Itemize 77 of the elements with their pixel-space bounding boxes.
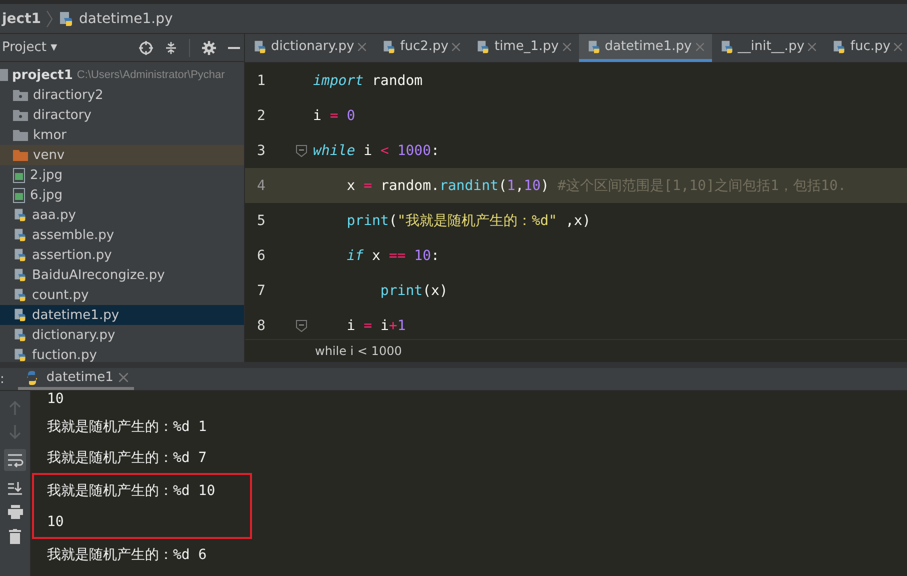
trash-icon[interactable] (9, 529, 21, 544)
breadcrumb-project[interactable]: ject1 (2, 10, 42, 26)
python-file-icon (476, 38, 490, 54)
breadcrumb-file[interactable]: datetime1.py (79, 10, 173, 26)
tree-item[interactable]: 2.jpg (30, 168, 63, 182)
editor-tab[interactable]: time_1.py (468, 34, 579, 62)
locate-target-icon[interactable] (139, 40, 153, 54)
tree-item[interactable]: assertion.py (32, 248, 112, 262)
console-output-line: 10 (47, 391, 64, 407)
project-view-dropdown[interactable]: Project ▾ (2, 40, 127, 55)
console-output-line: 10 (47, 514, 64, 530)
tree-item[interactable]: 6.jpg (30, 188, 63, 202)
chevron-icon (46, 10, 54, 28)
settings-icon[interactable] (202, 40, 216, 54)
code-line: import random (313, 72, 423, 88)
python-file-icon (13, 307, 27, 323)
line-number: 1 (256, 72, 266, 88)
image-file-icon (13, 188, 25, 202)
code-line: i = i+1 (346, 318, 406, 334)
line-number: 6 (256, 248, 266, 264)
python-file-icon (13, 247, 27, 263)
python-file-icon (13, 267, 27, 283)
console-output-line: 我就是随机产生的：%d 6 (47, 546, 207, 564)
tree-item[interactable]: count.py (32, 288, 89, 302)
editor-tab[interactable]: datetime1.py (578, 34, 712, 62)
editor-tab[interactable]: __init__.py (712, 34, 824, 62)
tree-item[interactable]: diractiory2 (33, 88, 104, 102)
line-number: 5 (256, 212, 266, 228)
code-line: if x == 10: (346, 248, 440, 264)
collapse-icon[interactable] (165, 40, 177, 54)
code-line: while i < 1000: (313, 142, 440, 158)
python-file-icon (253, 38, 267, 54)
tree-item[interactable]: assemble.py (32, 228, 114, 242)
fold-marker-icon[interactable] (296, 144, 306, 156)
package-folder-icon (13, 89, 28, 101)
code-line: i = 0 (313, 108, 356, 124)
soft-wrap-icon[interactable] (4, 449, 26, 471)
print-icon[interactable] (8, 505, 22, 519)
code-line: print("我就是随机产生的：%d" ,x) (346, 212, 591, 230)
python-file-icon (720, 38, 734, 54)
tree-item[interactable]: fuction.py (32, 348, 97, 362)
python-file-icon (586, 38, 601, 54)
project-path: C:\Users\Administrator\Pychar (76, 69, 225, 81)
run-label: : (0, 372, 4, 386)
code-breadcrumb[interactable]: while i < 1000 (315, 344, 402, 358)
tree-item[interactable]: diractory (33, 108, 92, 122)
scroll-to-end-icon[interactable] (8, 481, 22, 495)
python-file-icon (13, 227, 27, 243)
python-file-icon (13, 207, 27, 223)
line-number: 2 (256, 108, 266, 124)
tree-item[interactable]: dictionary.py (32, 328, 116, 342)
python-file-icon (13, 287, 27, 303)
python-file-icon (13, 347, 27, 362)
python-file-icon (382, 38, 396, 54)
image-file-icon (13, 168, 25, 182)
tree-item[interactable]: BaiduAIrecongize.py (32, 268, 165, 282)
console-output-line: 我就是随机产生的：%d 1 (47, 418, 207, 436)
package-folder-icon (13, 109, 28, 121)
python-file-icon (13, 327, 27, 343)
fold-marker-icon[interactable] (296, 320, 306, 332)
line-number: 7 (256, 282, 266, 298)
line-number: 8 (256, 318, 266, 334)
tree-item[interactable]: aaa.py (32, 208, 76, 222)
python-file-icon (832, 38, 846, 54)
line-number: 4 (256, 178, 266, 194)
console-output-line: 我就是随机产生的：%d 10 (47, 482, 216, 500)
editor-tab[interactable]: fuc.py (824, 34, 907, 62)
python-file-icon (58, 10, 74, 26)
tree-item[interactable]: kmor (33, 128, 66, 142)
editor-tab[interactable]: dictionary.py (245, 34, 374, 62)
console-output-line: 我就是随机产生的：%d 7 (47, 448, 207, 466)
editor-tab[interactable]: fuc2.py (374, 34, 468, 62)
code-line: print(x) (379, 282, 448, 298)
minimize-icon[interactable] (228, 46, 240, 48)
line-number: 3 (256, 142, 266, 158)
tree-item[interactable]: venv (33, 148, 65, 162)
tree-item[interactable]: project1 (12, 68, 73, 82)
